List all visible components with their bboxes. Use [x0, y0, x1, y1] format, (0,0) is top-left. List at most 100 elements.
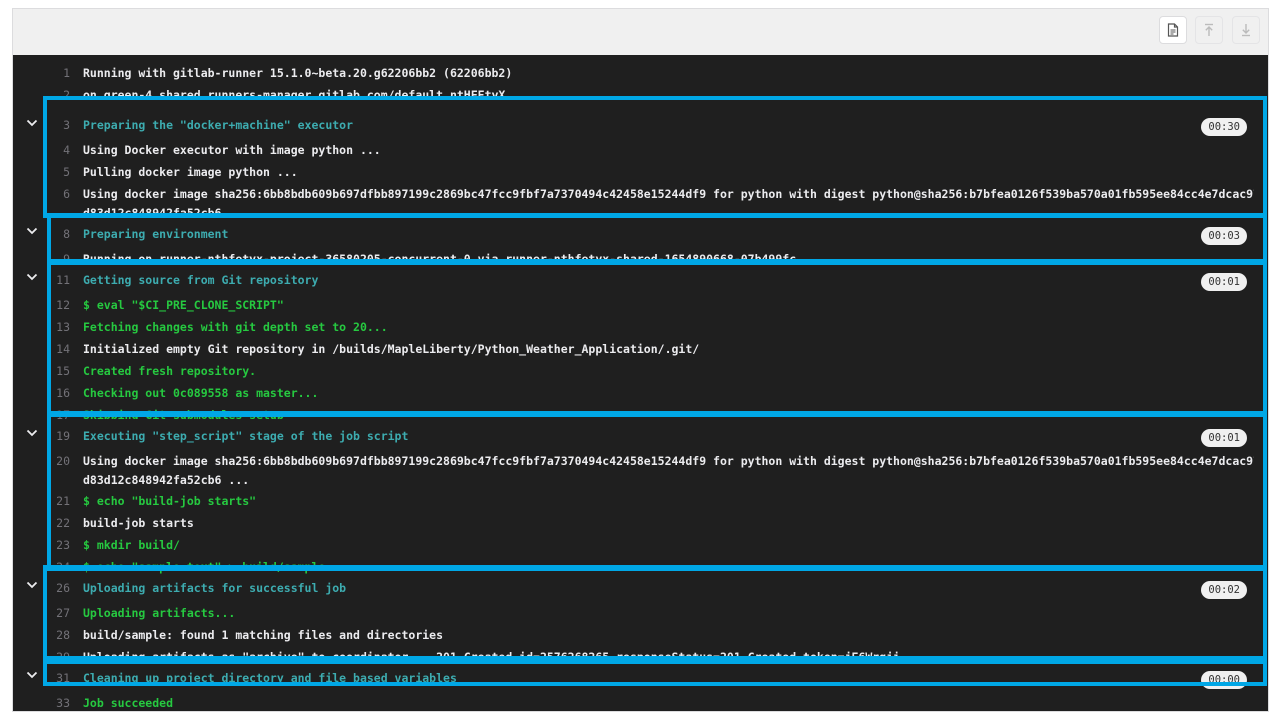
- log-line: 21 $ echo "build-job starts": [13, 491, 1268, 511]
- line-number: 22: [56, 516, 70, 530]
- section-title: Preparing environment: [83, 227, 229, 241]
- scroll-top-icon: [1205, 23, 1213, 36]
- log-text: $ echo "sample text" > build/sample: [83, 560, 326, 574]
- line-number: 11: [56, 273, 70, 287]
- line-number: 4: [63, 143, 70, 157]
- log-text-continuation: d83d12c848942fa52cb6 ...: [83, 206, 250, 220]
- section-duration-badge: 00:01: [1201, 273, 1247, 291]
- log-text: Initialized empty Git repository in /bui…: [83, 342, 700, 356]
- log-line: 4 Using Docker executor with image pytho…: [13, 140, 1268, 160]
- log-text: Running with gitlab-runner 15.1.0~beta.2…: [83, 66, 513, 80]
- log-line: 17 Skipping Git submodules setup: [13, 405, 1268, 419]
- line-number: 27: [56, 606, 70, 620]
- line-number: 3: [63, 118, 70, 132]
- line-number: 6: [63, 187, 70, 201]
- section-title: Getting source from Git repository: [83, 273, 319, 287]
- log-text-continuation: d83d12c848942fa52cb6 ...: [83, 473, 250, 487]
- line-number: 20: [56, 454, 70, 468]
- line-number: 13: [56, 320, 70, 334]
- section-duration-badge: 00:00: [1201, 671, 1247, 689]
- log-line: 1 Running with gitlab-runner 15.1.0~beta…: [13, 63, 1268, 83]
- line-number: 9: [63, 252, 70, 263]
- section-header-line[interactable]: 19 Executing "step_script" stage of the …: [13, 426, 1268, 446]
- line-number: 12: [56, 298, 70, 312]
- section-duration-badge: 00:30: [1201, 118, 1247, 136]
- line-number: 23: [56, 538, 70, 552]
- log-text: Checking out 0c089558 as master...: [83, 386, 319, 400]
- section-title: Cleaning up project directory and file b…: [83, 671, 457, 685]
- line-number: 31: [56, 671, 70, 685]
- log-line: 15 Created fresh repository.: [13, 361, 1268, 381]
- log-text: Skipping Git submodules setup: [83, 408, 284, 419]
- log-line-wrap: d83d12c848942fa52cb6 ...: [13, 203, 1268, 223]
- log-text: Running on runner-nthfetyx-project-36580…: [83, 252, 817, 263]
- scroll-bottom-icon: [1242, 24, 1250, 37]
- line-number: 14: [56, 342, 70, 356]
- log-line: 27 Uploading artifacts...: [13, 603, 1268, 623]
- log-line: 9 Running on runner-nthfetyx-project-365…: [13, 249, 1268, 263]
- log-line: 29 Uploading artifacts as "archive" to c…: [13, 647, 1268, 667]
- log-text: Uploading artifacts...: [83, 606, 236, 620]
- section-header-line[interactable]: 26 Uploading artifacts for successful jo…: [13, 578, 1268, 598]
- log-line: 13 Fetching changes with git depth set t…: [13, 317, 1268, 337]
- file-text-icon: [1167, 23, 1179, 37]
- section-header-line[interactable]: 31 Cleaning up project directory and fil…: [13, 668, 1268, 688]
- job-status-line: 33 Job succeeded: [13, 693, 1268, 711]
- log-line: 12 $ eval "$CI_PRE_CLONE_SCRIPT": [13, 295, 1268, 315]
- section-duration-badge: 00:01: [1201, 429, 1247, 447]
- log-text: on green-4.shared.runners-manager.gitlab…: [83, 88, 506, 100]
- scroll-to-top-button[interactable]: [1195, 16, 1223, 44]
- line-number: 24: [56, 560, 70, 574]
- section-title: Executing "step_script" stage of the job…: [83, 429, 409, 443]
- log-text: Uploading artifacts as "archive" to coor…: [83, 650, 900, 664]
- job-log: 1 Running with gitlab-runner 15.1.0~beta…: [13, 55, 1268, 711]
- line-number: 8: [63, 227, 70, 241]
- line-number: 21: [56, 494, 70, 508]
- log-text: Using docker image sha256:6bb8bdb609b697…: [83, 454, 1254, 468]
- line-number: 17: [56, 408, 70, 419]
- line-number: 16: [56, 386, 70, 400]
- log-line: 20 Using docker image sha256:6bb8bdb609b…: [13, 451, 1268, 471]
- log-text: Created fresh repository.: [83, 364, 257, 378]
- log-text: Job succeeded: [83, 696, 174, 710]
- log-text: build-job starts: [83, 516, 194, 530]
- job-log-panel: 1 Running with gitlab-runner 15.1.0~beta…: [12, 8, 1269, 712]
- line-number: 29: [56, 650, 70, 664]
- log-line: 6 Using docker image sha256:6bb8bdb609b6…: [13, 184, 1268, 204]
- job-log-toolbar: [13, 9, 1268, 56]
- log-line: 22 build-job starts: [13, 513, 1268, 533]
- log-text: Pulling docker image python ...: [83, 165, 298, 179]
- log-line-wrap: d83d12c848942fa52cb6 ...: [13, 470, 1268, 490]
- section-title: Preparing the "docker+machine" executor: [83, 118, 354, 132]
- line-number: 2: [63, 88, 70, 100]
- log-text: $ mkdir build/: [83, 538, 180, 552]
- line-number: 1: [63, 66, 70, 80]
- line-number: 28: [56, 628, 70, 642]
- log-line: 28 build/sample: found 1 matching files …: [13, 625, 1268, 645]
- log-line: 23 $ mkdir build/: [13, 535, 1268, 555]
- log-text: Using Docker executor with image python …: [83, 143, 381, 157]
- scroll-to-bottom-button[interactable]: [1232, 16, 1260, 44]
- log-line: 14 Initialized empty Git repository in /…: [13, 339, 1268, 359]
- log-line: 2 on green-4.shared.runners-manager.gitl…: [13, 85, 1268, 100]
- section-duration-badge: 00:03: [1201, 227, 1247, 245]
- line-number: 33: [56, 696, 70, 710]
- log-line: 24 $ echo "sample text" > build/sample: [13, 557, 1268, 577]
- line-number: 5: [63, 165, 70, 179]
- show-raw-button[interactable]: [1159, 16, 1187, 44]
- section-header-line[interactable]: 11 Getting source from Git repository: [13, 270, 1268, 290]
- section-header-line[interactable]: 8 Preparing environment: [13, 224, 1268, 244]
- section-title: Uploading artifacts for successful job: [83, 581, 347, 595]
- line-number: 15: [56, 364, 70, 378]
- line-number: 19: [56, 429, 70, 443]
- log-text: $ eval "$CI_PRE_CLONE_SCRIPT": [83, 298, 284, 312]
- log-line: 5 Pulling docker image python ...: [13, 162, 1268, 182]
- log-text: build/sample: found 1 matching files and…: [83, 628, 444, 642]
- log-text: Fetching changes with git depth set to 2…: [83, 320, 388, 334]
- line-number: 26: [56, 581, 70, 595]
- section-header-line[interactable]: 3 Preparing the "docker+machine" executo…: [13, 115, 1268, 135]
- log-text: Using docker image sha256:6bb8bdb609b697…: [83, 187, 1254, 201]
- section-duration-badge: 00:02: [1201, 581, 1247, 599]
- log-text: $ echo "build-job starts": [83, 494, 257, 508]
- log-line: 16 Checking out 0c089558 as master...: [13, 383, 1268, 403]
